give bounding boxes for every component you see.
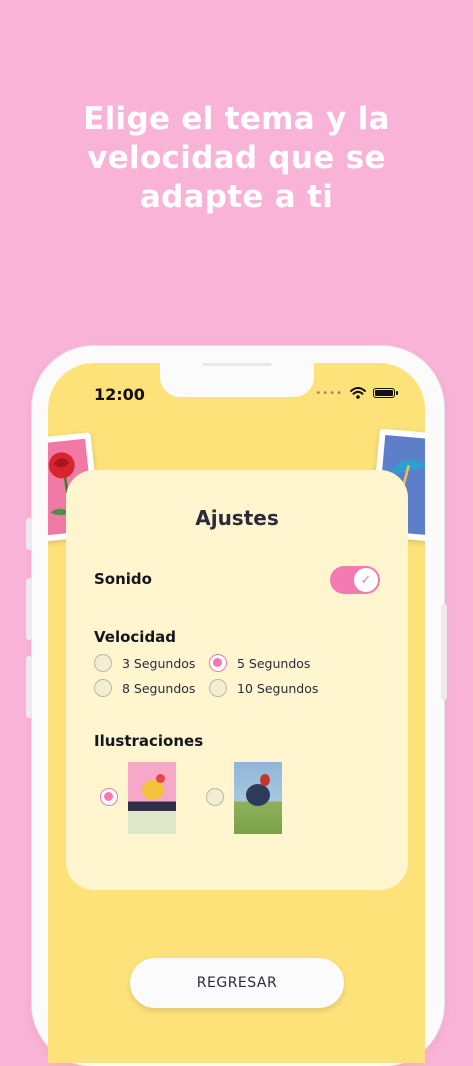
settings-title: Ajustes <box>195 506 279 530</box>
illustration-style-1-thumbnail[interactable] <box>128 762 176 834</box>
promo-headline-line-1: Elige el tema y la <box>83 101 390 137</box>
wifi-icon <box>350 387 366 399</box>
phone-speaker <box>202 363 272 366</box>
rooster-illustration <box>246 784 270 806</box>
phone-volume-up <box>26 578 32 640</box>
status-time: 12:00 <box>94 385 145 404</box>
back-button[interactable]: REGRESAR <box>130 958 344 1008</box>
speed-option-5[interactable]: 5 Segundos <box>209 654 310 672</box>
checkmark-icon: ✓ <box>354 568 378 592</box>
illustration-radio-2[interactable] <box>206 788 224 806</box>
speed-radio-8[interactable] <box>94 679 112 697</box>
phone-power-button <box>441 604 447 700</box>
speed-radio-3[interactable] <box>94 654 112 672</box>
speed-option-10[interactable]: 10 Segundos <box>209 679 318 697</box>
rooster-crest <box>260 774 270 786</box>
speed-radio-10[interactable] <box>209 679 227 697</box>
speed-option-8[interactable]: 8 Segundos <box>94 679 195 697</box>
speed-option-label: 8 Segundos <box>122 680 196 696</box>
speed-option-label: 3 Segundos <box>122 655 196 671</box>
sound-toggle[interactable]: ✓ <box>330 566 380 594</box>
speed-option-label: 10 Segundos <box>237 680 319 696</box>
speed-option-label: 5 Segundos <box>237 655 311 671</box>
promo-headline-line-3: adapte a ti <box>139 179 334 215</box>
illustrations-label: Ilustraciones <box>94 732 204 750</box>
promo-headline-line-2: velocidad que se <box>87 140 386 176</box>
illustration-radio-1[interactable] <box>100 788 118 806</box>
rooster-crest <box>156 774 165 783</box>
phone-side-button <box>26 518 32 550</box>
app-screen: 12:00 •••• Ajustes Sonido ✓ Velocidad 3 … <box>48 363 425 1063</box>
settings-panel: Ajustes Sonido ✓ Velocidad 3 Segundos 5 … <box>66 470 408 890</box>
sound-label: Sonido <box>94 570 152 588</box>
illustration-option-2[interactable] <box>206 788 224 806</box>
status-icons: •••• <box>315 387 398 399</box>
illustration-style-2-thumbnail[interactable] <box>234 762 282 834</box>
battery-icon <box>373 388 398 398</box>
signal-dots-icon: •••• <box>315 387 343 399</box>
phone-volume-down <box>26 656 32 718</box>
phone-notch <box>160 363 314 397</box>
speed-option-3[interactable]: 3 Segundos <box>94 654 195 672</box>
speed-radio-5[interactable] <box>209 654 227 672</box>
promo-headline: Elige el tema y la velocidad que se adap… <box>0 100 473 217</box>
rooster-illustration <box>142 780 164 800</box>
speed-label: Velocidad <box>94 628 177 646</box>
illustration-option-1[interactable] <box>100 788 118 806</box>
